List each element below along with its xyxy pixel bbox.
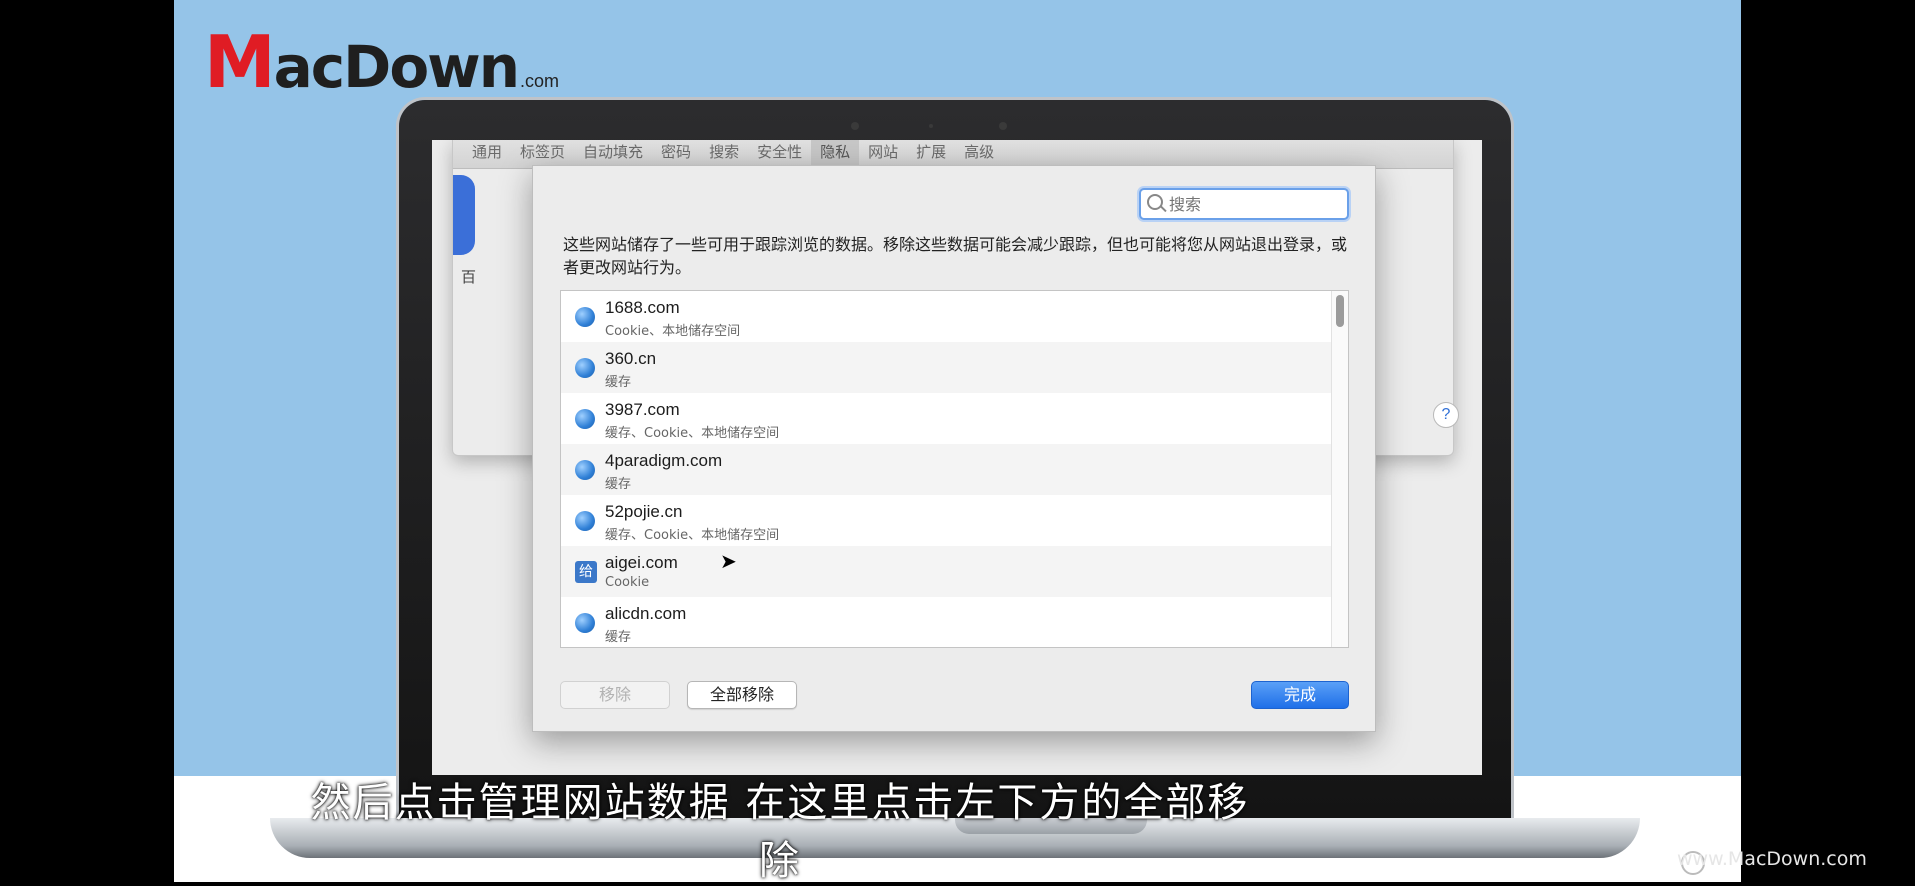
camera-dot	[851, 122, 859, 130]
site-data-types: Cookie、本地储存空间	[605, 324, 741, 339]
tab-4[interactable]: 搜索	[700, 140, 748, 168]
side-text: 百	[461, 269, 477, 286]
site-name: alicdn.com	[605, 604, 687, 623]
remove-button[interactable]: 移除	[560, 681, 670, 709]
logo-domain: .com	[520, 71, 560, 91]
site-name: 360.cn	[605, 349, 657, 368]
tab-3[interactable]: 密码	[652, 140, 700, 168]
site-data-types: Cookie	[605, 575, 650, 590]
globe-icon	[575, 409, 595, 429]
tab-5[interactable]: 安全性	[748, 140, 811, 168]
search-input[interactable]	[1167, 190, 1341, 218]
site-data-types: 缓存、Cookie、本地储存空间	[605, 426, 780, 441]
list-item[interactable]: 52pojie.cn 缓存、Cookie、本地储存空间	[561, 495, 1331, 546]
site-name: 4paradigm.com	[605, 451, 723, 470]
remove-all-button[interactable]: 全部移除	[687, 681, 797, 709]
tab-2[interactable]: 自动填充	[574, 140, 652, 168]
site-name: 3987.com	[605, 400, 680, 419]
description-text: 这些网站储存了一些可用于跟踪浏览的数据。移除这些数据可能会减少跟踪，但也可能将您…	[563, 235, 1348, 277]
globe-icon	[575, 358, 595, 378]
tab-8[interactable]: 扩展	[907, 140, 955, 168]
list-item[interactable]: 4paradigm.com 缓存	[561, 444, 1331, 495]
globe-icon	[575, 460, 595, 480]
watermark: www.MacDown.com	[1677, 848, 1867, 870]
help-button[interactable]: ?	[1433, 402, 1459, 428]
tab-9[interactable]: 高级	[955, 140, 1003, 168]
list-item[interactable]: alicdn.com 缓存	[561, 597, 1331, 647]
globe-icon	[575, 613, 595, 633]
scrollbar-thumb[interactable]	[1336, 295, 1344, 327]
site-name: 1688.com	[605, 298, 680, 317]
video-subtitle: 然后点击管理网站数据 在这里点击左下方的全部移除	[310, 780, 1250, 884]
site-name: aigei.com	[605, 553, 678, 572]
logo-text: MacDown	[204, 20, 520, 104]
tab-6[interactable]: 隐私	[811, 140, 860, 168]
aigei-favicon-icon: 给	[575, 561, 597, 583]
website-data-list[interactable]: 1688.com Cookie、本地储存空间 360.cn 缓存 3987.com 缓存、…	[560, 290, 1349, 648]
list-item[interactable]: 1688.com Cookie、本地储存空间	[561, 291, 1331, 342]
tab-0[interactable]: 通用	[463, 140, 511, 168]
site-name: 52pojie.cn	[605, 502, 683, 521]
sensor-dot	[929, 124, 933, 128]
list-item[interactable]: 3987.com 缓存、Cookie、本地储存空间	[561, 393, 1331, 444]
baidu-logo-fragment	[453, 175, 475, 255]
camera-dot	[999, 122, 1007, 130]
globe-icon	[575, 307, 595, 327]
scrollbar[interactable]	[1331, 291, 1348, 647]
list-item[interactable]: 给 aigei.com Cookie	[561, 546, 1331, 597]
laptop-screen: 通用标签页自动填充密码搜索安全性隐私网站扩展高级 百 ? 这些网站储存了一些可用…	[432, 140, 1482, 775]
mouse-cursor-icon: ➤	[720, 551, 737, 573]
search-field[interactable]	[1139, 188, 1349, 220]
search-icon	[1147, 194, 1163, 210]
done-button[interactable]: 完成	[1251, 681, 1349, 709]
site-data-types: 缓存	[605, 477, 632, 492]
tab-7[interactable]: 网站	[859, 140, 907, 168]
video-frame: MacDown .com 通用 标签页 自动填充 密码 搜索 安全性 隐私 网站 扩展 高级 百 …	[174, 0, 1741, 882]
list-item[interactable]: 360.cn 缓存	[561, 342, 1331, 393]
manage-website-data-sheet: 这些网站储存了一些可用于跟踪浏览的数据。移除这些数据可能会减少跟踪，但也可能将您…	[532, 165, 1376, 732]
site-data-types: 缓存、Cookie、本地储存空间	[605, 528, 780, 543]
macdown-logo: MacDown .com	[204, 18, 559, 98]
tab-1[interactable]: 标签页	[511, 140, 574, 168]
site-data-types: 缓存	[605, 375, 632, 390]
globe-icon	[575, 511, 595, 531]
site-data-types: 缓存	[605, 630, 632, 645]
